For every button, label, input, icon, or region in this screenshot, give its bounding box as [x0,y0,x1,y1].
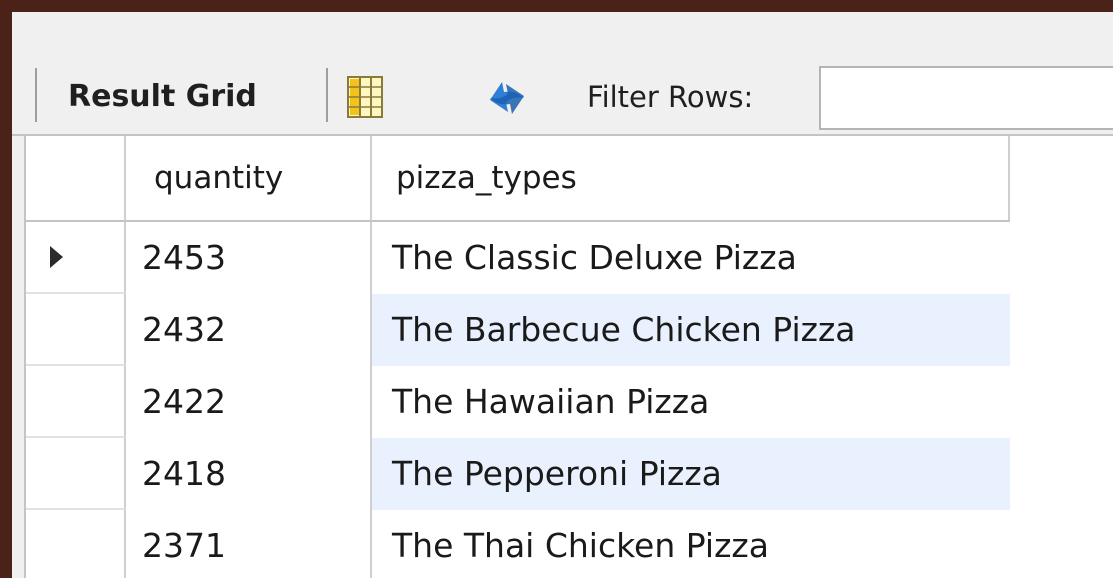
cell-pizza-types[interactable]: The Thai Chicken Pizza [372,510,1010,578]
row-header-corner [26,136,126,220]
cell-pizza-types[interactable]: The Hawaiian Pizza [372,366,1010,438]
row-header[interactable] [26,438,126,510]
result-grid-panel: Result Grid Filter Rows: quantity pizza_… [12,12,1113,578]
toolbar-separator [326,68,328,122]
refresh-icon[interactable] [482,74,532,122]
table-row[interactable]: 2432 The Barbecue Chicken Pizza [26,294,1010,366]
row-pointer-icon [50,246,63,268]
row-header[interactable] [26,222,126,294]
table-row[interactable]: 2418 The Pepperoni Pizza [26,438,1010,510]
result-grid: quantity pizza_types 2453 The Classic De… [12,134,1113,578]
cell-pizza-types[interactable]: The Pepperoni Pizza [372,438,1010,510]
table-row[interactable]: 2422 The Hawaiian Pizza [26,366,1010,438]
grid-left-edge [12,136,26,578]
form-grid-icon[interactable] [347,76,383,118]
cell-pizza-types[interactable]: The Classic Deluxe Pizza [372,222,1010,294]
result-toolbar: Result Grid Filter Rows: [12,38,1113,134]
cell-quantity[interactable]: 2371 [126,510,372,578]
toolbar-separator [35,68,37,122]
row-header[interactable] [26,510,126,578]
cell-pizza-types[interactable]: The Barbecue Chicken Pizza [372,294,1010,366]
cell-quantity[interactable]: 2418 [126,438,372,510]
cell-quantity[interactable]: 2422 [126,366,372,438]
grid-header: quantity pizza_types [26,136,1010,222]
cell-quantity[interactable]: 2432 [126,294,372,366]
column-header-quantity[interactable]: quantity [126,136,372,220]
column-header-pizza-types[interactable]: pizza_types [372,136,1010,220]
row-header[interactable] [26,366,126,438]
table-row[interactable]: 2453 The Classic Deluxe Pizza [26,222,1010,294]
filter-rows-label: Filter Rows: [587,80,754,114]
table-row[interactable]: 2371 The Thai Chicken Pizza [26,510,1010,578]
result-grid-tab[interactable]: Result Grid [68,77,257,117]
row-header[interactable] [26,294,126,366]
cell-quantity[interactable]: 2453 [126,222,372,294]
filter-rows-input[interactable] [819,66,1113,130]
